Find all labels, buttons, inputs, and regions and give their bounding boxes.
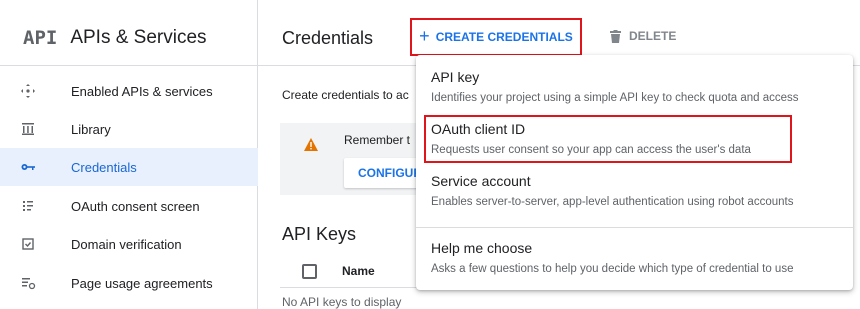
page-title: Credentials: [282, 28, 374, 48]
sidebar-item-label: OAuth consent screen: [71, 198, 200, 214]
menu-item-oauth-client-id[interactable]: OAuth client ID Requests user consent so…: [416, 113, 853, 165]
consent-icon: [19, 197, 37, 215]
create-credentials-button[interactable]: + CREATE CREDENTIALS: [410, 18, 582, 56]
menu-item-title: Service account: [431, 173, 531, 189]
sidebar-header: API APIs & Services: [0, 10, 258, 66]
sidebar-item-label: Library: [71, 121, 111, 137]
sidebar-item-label: Page usage agreements: [71, 275, 213, 291]
menu-item-description: Requests user consent so your app can ac…: [431, 144, 751, 156]
menu-item-help-me-choose[interactable]: Help me choose Asks a few questions to h…: [416, 230, 853, 286]
consent-notice: Remember t CONFIGUR: [280, 123, 430, 195]
plus-icon: +: [419, 25, 430, 46]
select-all-checkbox[interactable]: [302, 264, 317, 279]
sidebar-item-label: Credentials: [71, 159, 137, 175]
column-header-name[interactable]: Name: [342, 264, 375, 278]
sidebar-item-library[interactable]: Library: [0, 110, 258, 148]
sidebar-item-enabled-apis[interactable]: Enabled APIs & services: [0, 72, 258, 110]
menu-item-description: Enables server-to-server, app-level auth…: [431, 196, 794, 208]
menu-item-service-account[interactable]: Service account Enables server-to-server…: [416, 165, 853, 221]
empty-state-text: No API keys to display: [282, 295, 402, 309]
delete-label: DELETE: [629, 29, 677, 43]
menu-item-api-key[interactable]: API key Identifies your project using a …: [416, 55, 853, 111]
menu-item-title: OAuth client ID: [431, 121, 526, 137]
api-keys-table-header: Name: [280, 258, 420, 288]
sidebar-item-page-usage[interactable]: Page usage agreements: [0, 264, 258, 302]
library-icon: [19, 120, 37, 138]
create-credentials-label: CREATE CREDENTIALS: [435, 30, 573, 44]
menu-item-title: API key: [431, 69, 480, 85]
sidebar-item-domain-verification[interactable]: Domain verification: [0, 225, 258, 263]
create-credentials-menu: API key Identifies your project using a …: [416, 55, 853, 290]
domain-verification-icon: [19, 235, 37, 253]
trash-icon: [610, 29, 621, 43]
warning-icon: [304, 138, 318, 151]
menu-divider: [416, 227, 853, 228]
menu-item-description: Identifies your project using a simple A…: [431, 92, 799, 104]
sidebar: API APIs & Services Enabled APIs & servi…: [0, 0, 258, 309]
api-keys-title: API Keys: [282, 224, 357, 244]
sidebar-title: APIs & Services: [70, 26, 207, 48]
configure-consent-button[interactable]: CONFIGUR: [344, 158, 424, 188]
key-icon: [19, 158, 37, 176]
menu-item-description: Asks a few questions to help you decide …: [431, 263, 794, 275]
app-window: API APIs & Services Enabled APIs & servi…: [0, 0, 860, 309]
intro-text: Create credentials to ac: [282, 88, 409, 102]
menu-item-title: Help me choose: [431, 240, 533, 256]
sidebar-item-credentials[interactable]: Credentials: [0, 148, 258, 186]
sidebar-item-label: Domain verification: [71, 236, 182, 252]
sidebar-item-oauth-consent[interactable]: OAuth consent screen: [0, 187, 258, 225]
settings-list-icon: [19, 274, 37, 292]
enabled-apis-icon: [19, 82, 37, 100]
delete-button[interactable]: DELETE: [610, 29, 676, 43]
notice-text: Remember t: [344, 133, 411, 147]
sidebar-item-label: Enabled APIs & services: [71, 83, 213, 99]
api-logo: API: [23, 26, 58, 49]
